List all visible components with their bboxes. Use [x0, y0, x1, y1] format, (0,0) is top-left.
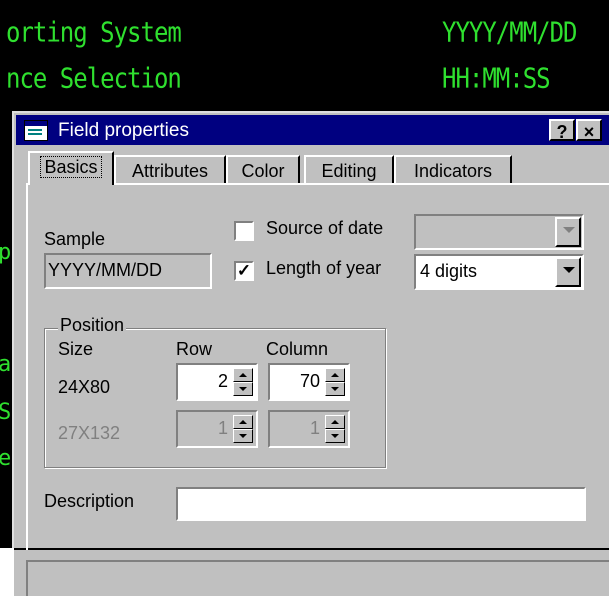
terminal-line-1-right: YYYY/MM/DD: [442, 16, 577, 49]
tab-color[interactable]: Color: [226, 155, 300, 183]
terminal-fragment: p: [0, 240, 12, 265]
sample-label: Sample: [44, 229, 106, 249]
length-of-year-value: 4 digits: [420, 261, 478, 281]
terminal-fragment: a: [0, 352, 12, 377]
tab-label: Color: [241, 161, 285, 181]
spin-down-icon[interactable]: [325, 382, 345, 396]
column-spinner-24x80[interactable]: 70: [268, 363, 350, 401]
terminal-line-2-left: nce Selection: [6, 62, 182, 95]
spin-buttons[interactable]: [325, 368, 345, 396]
source-of-date-label: Source of date: [266, 218, 384, 238]
sample-field: YYYY/MM/DD: [44, 253, 212, 289]
window-icon: [24, 120, 48, 141]
chevron-down-icon: [563, 227, 575, 233]
size-27x132-label: 27X132: [58, 423, 121, 443]
tab-indicators[interactable]: Indicators: [394, 155, 512, 183]
checkmark-icon: ✓: [236, 261, 252, 280]
source-of-date-dropdown-button: [555, 217, 581, 247]
tab-label: Basics: [40, 156, 102, 178]
spin-up-icon: [325, 415, 345, 429]
source-of-date-select: [414, 214, 584, 250]
spin-down-icon: [325, 429, 345, 443]
source-of-date-checkbox[interactable]: [234, 221, 254, 241]
column-spinner-value: 70: [299, 371, 320, 391]
spin-up-icon: [233, 415, 253, 429]
sample-value: YYYY/MM/DD: [48, 260, 163, 280]
spin-down-icon[interactable]: [233, 382, 253, 396]
row-spinner-27x132: 1: [176, 410, 258, 448]
description-input[interactable]: [176, 487, 586, 521]
column-header: Column: [266, 339, 329, 359]
status-bar: [14, 548, 609, 596]
column-spinner-27x132: 1: [268, 410, 350, 448]
length-of-year-select[interactable]: 4 digits: [414, 254, 584, 290]
spin-buttons: [325, 415, 345, 443]
row-spinner-value: 2: [217, 371, 228, 391]
dialog-titlebar[interactable]: Field properties ? ×: [16, 115, 609, 145]
close-button[interactable]: ×: [576, 119, 602, 142]
terminal-line-2-right: HH:MM:SS: [442, 62, 551, 95]
help-button[interactable]: ?: [549, 119, 575, 142]
length-of-year-dropdown-button[interactable]: [555, 257, 581, 287]
tab-editing[interactable]: Editing: [304, 155, 394, 183]
terminal-fragment: e: [0, 446, 12, 471]
position-group-title: Position: [58, 315, 127, 336]
terminal-line-1-left: orting System: [6, 16, 182, 49]
terminal-fragment: S: [0, 400, 12, 425]
dialog-title: Field properties: [58, 120, 189, 141]
row-spinner-24x80[interactable]: 2: [176, 363, 258, 401]
length-of-year-checkbox[interactable]: ✓: [234, 261, 254, 281]
spin-down-icon: [233, 429, 253, 443]
window-edge: [0, 548, 14, 594]
chevron-down-icon: [563, 267, 575, 273]
tab-attributes[interactable]: Attributes: [114, 155, 226, 183]
size-header: Size: [58, 339, 94, 359]
field-properties-dialog: Field properties ? × Basics Attributes C…: [12, 111, 609, 550]
spin-buttons: [233, 415, 253, 443]
row-spinner-value: 1: [217, 418, 228, 438]
column-spinner-value: 1: [309, 418, 320, 438]
spin-buttons[interactable]: [233, 368, 253, 396]
tab-basics[interactable]: Basics: [28, 151, 114, 185]
tab-label: Attributes: [131, 161, 209, 181]
status-field: [26, 560, 609, 596]
tab-label: Editing: [321, 161, 377, 181]
length-of-year-label: Length of year: [266, 258, 382, 278]
tab-label: Indicators: [413, 161, 493, 181]
basics-panel: Sample YYYY/MM/DD Source of date ✓ Lengt…: [26, 183, 609, 550]
description-label: Description: [44, 491, 135, 511]
spin-up-icon[interactable]: [233, 368, 253, 382]
size-24x80-label: 24X80: [58, 377, 111, 397]
row-header: Row: [176, 339, 213, 359]
spin-up-icon[interactable]: [325, 368, 345, 382]
